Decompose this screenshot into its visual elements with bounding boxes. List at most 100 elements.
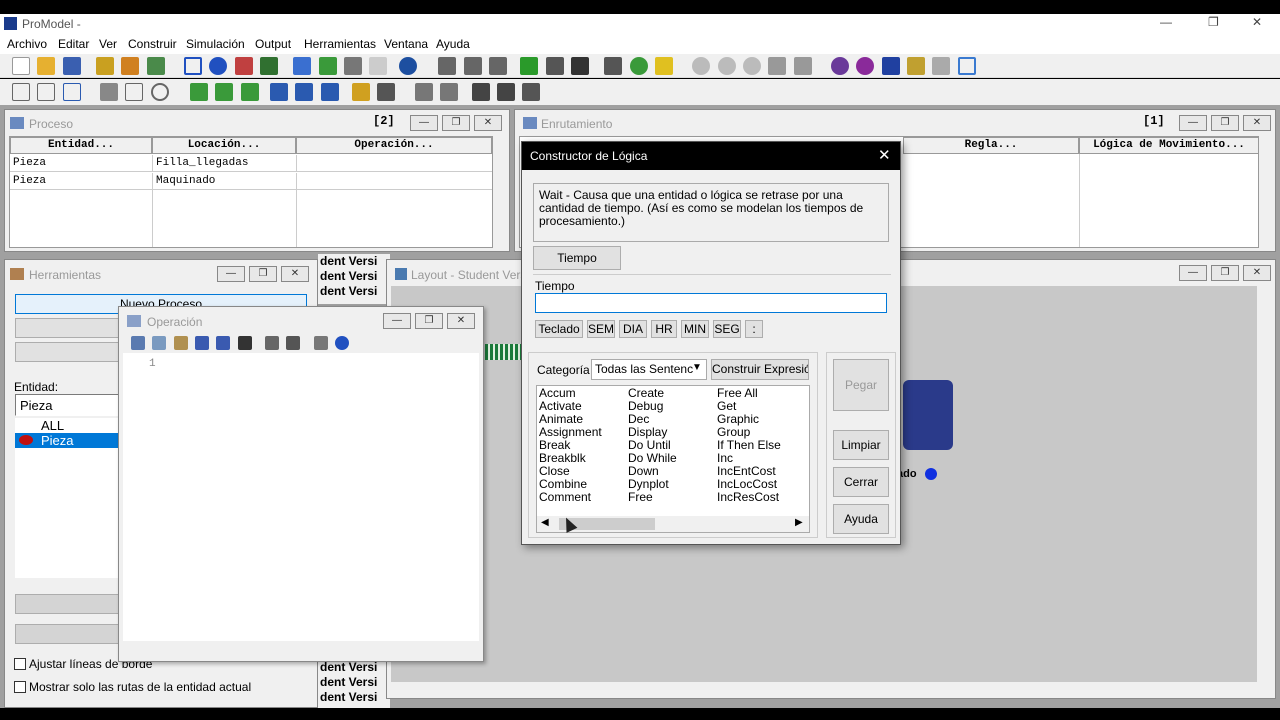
- menu-editar[interactable]: Editar: [58, 37, 89, 51]
- stats-icon[interactable]: [414, 83, 433, 101]
- header-locacion[interactable]: Locación...: [152, 137, 296, 154]
- new-icon[interactable]: [12, 57, 30, 75]
- view-1-icon[interactable]: [692, 57, 711, 75]
- menu-herramientas[interactable]: Herramientas: [304, 37, 376, 51]
- unit-dia-button[interactable]: DIA: [619, 320, 647, 338]
- conveyor-icon[interactable]: [100, 83, 119, 101]
- construir-expresion-button[interactable]: Construir Expresión: [711, 359, 809, 380]
- unit-sem-button[interactable]: SEM: [587, 320, 615, 338]
- ayuda-button[interactable]: Ayuda: [833, 504, 889, 534]
- proceso-row1-operacion[interactable]: [296, 155, 492, 172]
- machine-graphic[interactable]: [903, 380, 953, 450]
- minimize-button[interactable]: —: [1160, 15, 1172, 29]
- settings-icon[interactable]: [438, 57, 457, 75]
- close-button[interactable]: ✕: [1252, 15, 1262, 29]
- menu-ventana[interactable]: Ventana: [384, 37, 428, 51]
- resource-icon[interactable]: [260, 57, 279, 75]
- cerrar-button[interactable]: Cerrar: [833, 467, 889, 497]
- a-icon[interactable]: [190, 83, 209, 101]
- merge-icon[interactable]: [96, 57, 115, 75]
- play-icon[interactable]: [520, 57, 539, 75]
- limpiar-button[interactable]: Limpiar: [833, 430, 889, 460]
- stop-icon[interactable]: [570, 57, 589, 75]
- conveyor-graphic[interactable]: [485, 344, 521, 360]
- tool-icon[interactable]: [146, 57, 165, 75]
- forward-icon[interactable]: [496, 83, 515, 101]
- tiempo-input[interactable]: [535, 293, 887, 313]
- info-icon[interactable]: [398, 57, 417, 75]
- statement-item[interactable]: IncResCost: [717, 491, 807, 504]
- find-icon[interactable]: [237, 335, 252, 350]
- constructor-close-button[interactable]: ✕: [878, 146, 891, 164]
- globe-icon[interactable]: [629, 57, 648, 75]
- trash-icon[interactable]: [522, 83, 541, 101]
- y-icon[interactable]: [240, 83, 259, 101]
- statement-list-hscroll[interactable]: ◀ ▶: [537, 516, 809, 532]
- proceso-close-button[interactable]: ✕: [474, 115, 502, 131]
- chart-icon[interactable]: [654, 57, 673, 75]
- help-icon[interactable]: [335, 335, 350, 350]
- pegar-button[interactable]: Pegar: [833, 359, 889, 411]
- v-icon[interactable]: [215, 83, 234, 101]
- cut-icon[interactable]: [131, 335, 145, 350]
- flow-icon[interactable]: [377, 83, 396, 101]
- layout-close-button[interactable]: ✕: [1243, 265, 1271, 281]
- view-3-icon[interactable]: [742, 57, 761, 75]
- menu-ayuda[interactable]: Ayuda: [436, 37, 470, 51]
- operacion-hscroll[interactable]: [123, 641, 479, 657]
- tiempo-tab-button[interactable]: Tiempo: [533, 246, 621, 270]
- unit-teclado-button[interactable]: Teclado: [535, 320, 583, 338]
- build-icon[interactable]: [265, 335, 280, 350]
- proceso-row2-locacion[interactable]: Maquinado: [152, 173, 296, 190]
- proceso-row2-entidad[interactable]: Pieza: [10, 173, 152, 190]
- tag-icon[interactable]: [352, 83, 371, 101]
- unit-hr-button[interactable]: HR: [651, 320, 677, 338]
- mostrar-checkbox[interactable]: [14, 681, 26, 693]
- proceso-row2-operacion[interactable]: [296, 173, 492, 190]
- line-chart-icon[interactable]: [768, 57, 787, 75]
- m-icon[interactable]: [270, 83, 289, 101]
- unit-seg-button[interactable]: SEG: [713, 320, 741, 338]
- back-icon[interactable]: [471, 83, 490, 101]
- link-table-icon[interactable]: [62, 83, 81, 101]
- export-icon[interactable]: [344, 57, 363, 75]
- paste-icon[interactable]: [173, 335, 188, 350]
- u-icon[interactable]: [320, 83, 339, 101]
- menu-simulacion[interactable]: Simulación: [186, 37, 245, 51]
- layers-icon[interactable]: [932, 57, 951, 75]
- menu-output[interactable]: Output: [255, 37, 291, 51]
- calendar-icon[interactable]: [369, 57, 388, 75]
- layout-hscroll[interactable]: [391, 682, 1257, 698]
- enrutamiento-close-button[interactable]: ✕: [1243, 115, 1271, 131]
- windows-icon[interactable]: [463, 57, 482, 75]
- puzzle-icon[interactable]: [907, 57, 925, 75]
- menu-ver[interactable]: Ver: [99, 37, 117, 51]
- edit-chart-icon[interactable]: [793, 57, 812, 75]
- triangle-icon[interactable]: [881, 57, 900, 75]
- circle-icon[interactable]: [209, 57, 228, 75]
- operacion-restore-button[interactable]: ❐: [415, 313, 443, 329]
- magnifier-icon[interactable]: [150, 83, 169, 101]
- arrow-right-icon[interactable]: [293, 57, 312, 75]
- restore-button[interactable]: ❐: [1208, 15, 1219, 29]
- layout-restore-button[interactable]: ❐: [1211, 265, 1239, 281]
- layout-vscroll[interactable]: [1257, 286, 1273, 682]
- s-icon[interactable]: [295, 83, 314, 101]
- proceso-row1-locacion[interactable]: Filla_llegadas: [152, 155, 296, 172]
- table-icon[interactable]: [12, 83, 30, 101]
- report-icon[interactable]: [440, 83, 459, 101]
- location-dot[interactable]: [925, 468, 937, 480]
- swirl-icon[interactable]: [856, 57, 875, 75]
- package-icon[interactable]: [121, 57, 140, 75]
- scroll-right-icon[interactable]: ▶: [795, 517, 803, 528]
- scroll-left-icon[interactable]: ◀: [541, 517, 549, 528]
- header-operacion[interactable]: Operación...: [296, 137, 492, 154]
- proceso-minimize-button[interactable]: —: [410, 115, 438, 131]
- view-2-icon[interactable]: [717, 57, 736, 75]
- enrutamiento-minimize-button[interactable]: —: [1179, 115, 1207, 131]
- unit-colon-button[interactable]: :: [745, 320, 763, 338]
- herramientas-minimize-button[interactable]: —: [217, 266, 245, 282]
- copy-icon[interactable]: [152, 335, 167, 350]
- categoria-select[interactable]: Todas las Sentenc: [591, 359, 707, 380]
- import-logic-icon[interactable]: [286, 335, 301, 350]
